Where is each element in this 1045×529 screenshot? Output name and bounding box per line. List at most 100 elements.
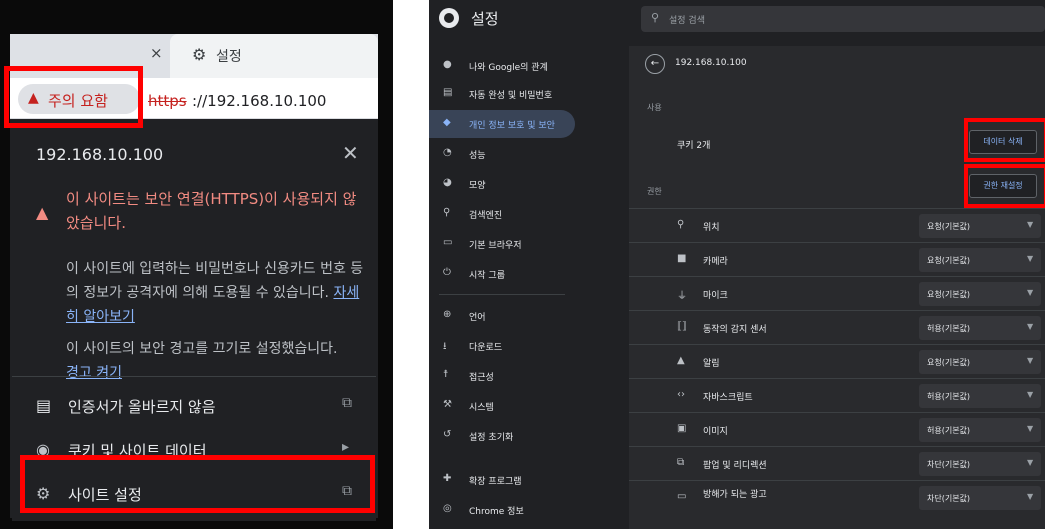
site-host: 192.168.10.100 [675, 58, 747, 68]
external-link-icon: ⧉ [342, 395, 352, 411]
certificate-row[interactable]: ▤ 인증서가 올바르지 않음 ⧉ [12, 384, 376, 428]
sidebar-item-on-startup[interactable]: ⏻ 시작 그룹 [429, 260, 575, 288]
sidebar-item-appearance[interactable]: ◕ 모양 [429, 170, 575, 198]
certificate-row-label: 인증서가 올바르지 않음 [68, 398, 216, 416]
sidebar-item-extensions[interactable]: ✚ 확장 프로그램 [429, 466, 575, 494]
sidebar-item-downloads[interactable]: ⭳ 다운로드 [429, 332, 575, 360]
permission-row-location: ⚲ 위치 요청(기본값) ▼ [629, 208, 1045, 242]
permission-value: 허용(기본값) [927, 324, 971, 333]
sidebar-item-autofill[interactable]: ▤ 자동 완성 및 비밀번호 [429, 80, 575, 108]
permission-row-microphone: ⏚ 마이크 요청(기본값) ▼ [629, 276, 1045, 310]
sidebar-item-label: 성능 [469, 151, 486, 161]
microphone-icon: ⏚ [677, 291, 687, 302]
warning-body-text: 이 사이트에 입력하는 비밀번호나 신용카드 번호 등의 정보가 공격자에 의해… [66, 261, 364, 301]
permission-select[interactable]: 차단(기본값) ▼ [919, 452, 1041, 476]
settings-sidebar: ● 나와 Google의 관계 ▤ 자동 완성 및 비밀번호 ◆ 개인 정보 보… [429, 48, 579, 529]
sidebar-item-accessibility[interactable]: ☨ 접근성 [429, 362, 575, 390]
permission-select[interactable]: 허용(기본값) ▼ [919, 316, 1041, 340]
permission-value: 허용(기본값) [927, 392, 971, 401]
bell-icon: ▲ [677, 355, 685, 366]
sidebar-item-default-browser[interactable]: ▭ 기본 브라우저 [429, 230, 575, 258]
chevron-right-icon: ▸ [342, 439, 350, 455]
divider [12, 376, 376, 377]
settings-title: 설정 [471, 10, 499, 28]
permission-value: 차단(기본값) [927, 460, 971, 469]
dropdown-arrow-icon: ▼ [1027, 322, 1034, 331]
permission-row-intrusive-ads: ▭ 방해가 되는 광고 차단(기본값) ▼ [629, 480, 1045, 514]
sidebar-item-search-engine[interactable]: ⚲ 검색엔진 [429, 200, 575, 228]
settings-header: 설정 ⚲ 설정 검색 [429, 0, 1045, 40]
sidebar-item-label: 검색엔진 [469, 211, 503, 221]
dropdown-arrow-icon: ▼ [1027, 356, 1034, 365]
permission-row-popups: ⧉ 팝업 및 리디렉션 차단(기본값) ▼ [629, 446, 1045, 480]
power-icon: ⏻ [443, 267, 451, 278]
download-icon: ⭳ [443, 341, 447, 352]
highlight-box-warning-chip [4, 66, 143, 128]
sidebar-item-label: 시작 그룹 [469, 271, 505, 281]
turn-on-warnings-link[interactable]: 경고 켜기 [66, 365, 122, 381]
permission-select[interactable]: 요청(기본값) ▼ [919, 282, 1041, 306]
settings-search[interactable]: ⚲ 설정 검색 [641, 6, 1045, 32]
permission-row-notifications: ▲ 알림 요청(기본값) ▼ [629, 344, 1045, 378]
sidebar-item-label: 나와 Google의 관계 [469, 63, 548, 73]
motion-sensor-icon: ⟦⟧ [677, 321, 687, 332]
close-tab-icon[interactable]: × [150, 44, 163, 62]
tab-settings[interactable]: ⚙ 설정 [170, 34, 378, 78]
sidebar-item-reset-settings[interactable]: ↺ 설정 초기화 [429, 422, 575, 450]
close-icon[interactable]: ✕ [342, 141, 359, 165]
dropdown-arrow-icon: ▼ [1027, 424, 1034, 433]
image-icon: ▣ [677, 423, 687, 434]
gear-icon: ⚙ [192, 45, 207, 64]
permissions-heading: 권한 [647, 187, 662, 196]
sidebar-divider [439, 294, 565, 295]
permission-row-javascript: ‹› 자바스크립트 허용(기본값) ▼ [629, 378, 1045, 412]
permission-row-images: ▣ 이미지 허용(기본값) ▼ [629, 412, 1045, 446]
back-arrow-icon[interactable]: ← [645, 54, 665, 74]
sidebar-item-label: 기본 브라우저 [469, 241, 522, 251]
permission-value: 요청(기본값) [927, 256, 971, 265]
permission-value: 허용(기본값) [927, 426, 971, 435]
permission-label: 위치 [703, 223, 720, 233]
camera-icon: ■ [677, 253, 687, 264]
permission-select[interactable]: 요청(기본값) ▼ [919, 248, 1041, 272]
dropdown-arrow-icon: ▼ [1027, 492, 1034, 501]
permission-select[interactable]: 차단(기본값) ▼ [919, 486, 1041, 510]
chrome-icon: ◎ [443, 503, 452, 514]
permission-select[interactable]: 허용(기본값) ▼ [919, 418, 1041, 442]
accessibility-icon: ☨ [443, 369, 449, 380]
sidebar-item-languages[interactable]: ⊕ 언어 [429, 302, 575, 330]
sidebar-item-label: 자동 완성 및 비밀번호 [469, 91, 553, 101]
chrome-logo-icon [439, 8, 459, 28]
location-icon: ⚲ [677, 219, 685, 230]
ads-icon: ▭ [677, 491, 687, 502]
permission-label: 동작의 감지 센서 [703, 325, 767, 335]
permission-label: 알림 [703, 359, 720, 369]
person-icon: ● [443, 59, 452, 70]
insecure-warning-body: 이 사이트에 입력하는 비밀번호나 신용카드 번호 등의 정보가 공격자에 의해… [66, 257, 372, 329]
warnings-disabled-note: 이 사이트의 보안 경고를 끄기로 설정했습니다. 경고 켜기 [66, 337, 372, 385]
warning-icon: ▲ [36, 203, 49, 222]
sidebar-item-system[interactable]: ⚒ 시스템 [429, 392, 575, 420]
shield-icon: ◆ [443, 117, 451, 128]
sidebar-item-label: 다운로드 [469, 343, 503, 353]
sidebar-item-you-and-google[interactable]: ● 나와 Google의 관계 [429, 52, 575, 80]
dropdown-arrow-icon: ▼ [1027, 390, 1034, 399]
sidebar-item-label: 확장 프로그램 [469, 477, 522, 487]
sidebar-item-label: 언어 [469, 313, 486, 323]
search-icon: ⚲ [443, 207, 451, 218]
permission-label: 팝업 및 리디렉션 [703, 461, 767, 471]
sidebar-item-performance[interactable]: ◔ 성능 [429, 140, 575, 168]
highlight-box-clear-data [964, 118, 1045, 162]
sidebar-item-about-chrome[interactable]: ◎ Chrome 정보 [429, 496, 575, 524]
permission-select[interactable]: 요청(기본값) ▼ [919, 214, 1041, 238]
sidebar-item-privacy[interactable]: ◆ 개인 정보 보호 및 보안 [429, 110, 575, 138]
sidebar-item-label: 모양 [469, 181, 486, 191]
permission-select[interactable]: 요청(기본값) ▼ [919, 350, 1041, 374]
permission-select[interactable]: 허용(기본값) ▼ [919, 384, 1041, 408]
permission-label: 카메라 [703, 257, 728, 267]
permission-value: 차단(기본값) [927, 494, 971, 503]
dropdown-arrow-icon: ▼ [1027, 458, 1034, 467]
search-placeholder: 설정 검색 [669, 16, 705, 26]
permission-row-motion-sensors: ⟦⟧ 동작의 감지 센서 허용(기본값) ▼ [629, 310, 1045, 344]
permission-value: 요청(기본값) [927, 222, 971, 231]
